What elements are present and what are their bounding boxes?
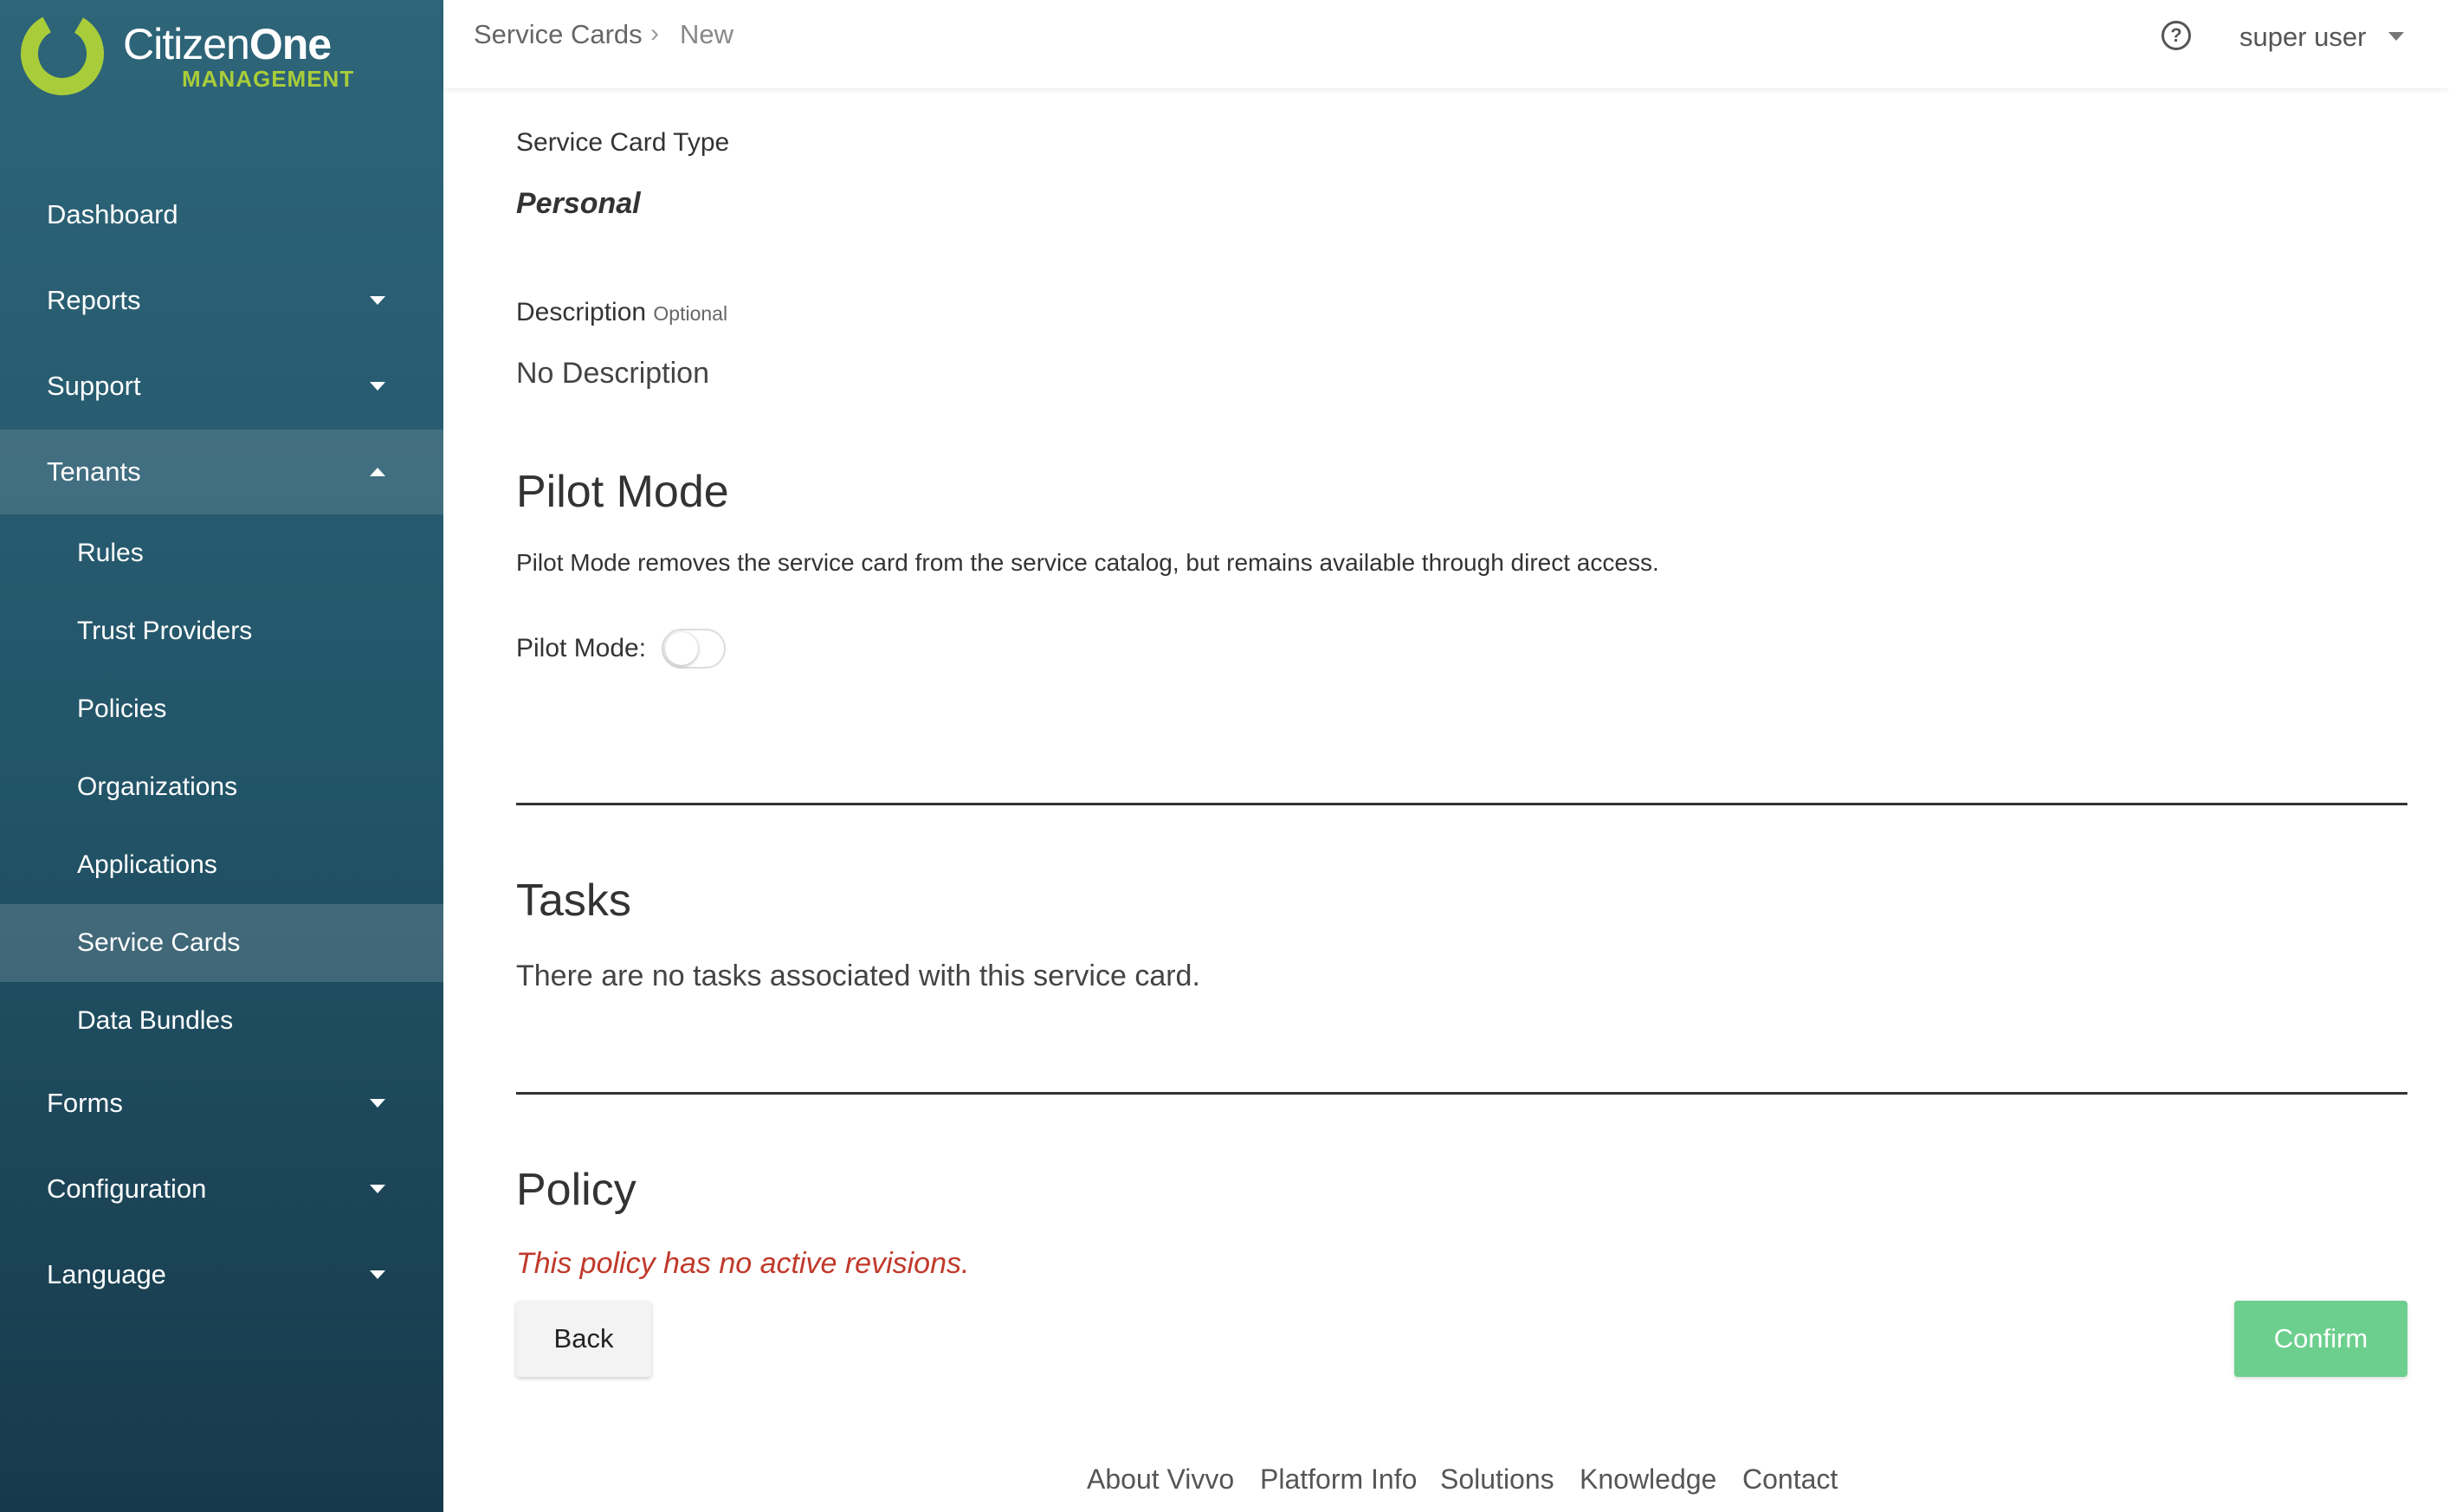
sidebar-item-label: Configuration <box>47 1173 207 1204</box>
policy-title: Policy <box>516 1165 636 1215</box>
chevron-down-icon <box>370 1099 385 1108</box>
breadcrumb-separator-icon: › <box>650 19 659 48</box>
sidebar-subitem-applications[interactable]: Applications <box>0 826 443 904</box>
sidebar-subitem-label: Policies <box>77 695 167 723</box>
service-card-type-label: Service Card Type <box>516 128 730 157</box>
chevron-up-icon <box>370 468 385 476</box>
sidebar-subitem-rules[interactable]: Rules <box>0 514 443 592</box>
description-value: No Description <box>516 357 709 390</box>
footer-link-solutions[interactable]: Solutions <box>1440 1464 1554 1496</box>
top-header: Service Cards › New ? super user <box>443 0 2449 88</box>
sidebar-item-forms[interactable]: Forms <box>0 1061 443 1146</box>
toggle-knob <box>665 632 698 665</box>
pilot-mode-toggle-label: Pilot Mode: <box>516 634 647 662</box>
chevron-down-icon <box>370 1270 385 1279</box>
user-menu[interactable]: super user <box>2239 22 2366 53</box>
sidebar-subitem-service-cards[interactable]: Service Cards <box>0 904 443 982</box>
pilot-mode-title: Pilot Mode <box>516 467 729 517</box>
sidebar-item-language[interactable]: Language <box>0 1232 443 1317</box>
sidebar-subitem-label: Rules <box>77 539 144 567</box>
sidebar-subitem-label: Organizations <box>77 772 238 801</box>
sidebar-subitem-organizations[interactable]: Organizations <box>0 748 443 826</box>
optional-hint: Optional <box>653 302 728 325</box>
brand-logo[interactable]: CitizenOne MANAGEMENT <box>19 10 400 97</box>
breadcrumb-current: New <box>680 19 734 49</box>
footer-link-contact[interactable]: Contact <box>1742 1464 1838 1496</box>
brand-subtitle: MANAGEMENT <box>182 66 355 92</box>
sidebar-item-label: Language <box>47 1259 166 1289</box>
sidebar-subitem-data-bundles[interactable]: Data Bundles <box>0 982 443 1060</box>
sidebar-item-label: Forms <box>47 1088 123 1118</box>
back-button[interactable]: Back <box>516 1301 651 1377</box>
footer-link-about[interactable]: About Vivvo <box>1087 1464 1234 1496</box>
breadcrumb-service-cards[interactable]: Service Cards <box>474 19 643 50</box>
sidebar-subitem-label: Service Cards <box>77 928 241 957</box>
description-label: Description Optional <box>516 298 728 326</box>
sidebar-item-dashboard[interactable]: Dashboard <box>0 172 443 257</box>
service-card-type-value: Personal <box>516 187 641 220</box>
chevron-down-icon <box>370 382 385 391</box>
pilot-mode-description: Pilot Mode removes the service card from… <box>516 549 1659 576</box>
sidebar-item-label: Tenants <box>47 456 141 487</box>
brand-name: CitizenOne <box>123 20 332 68</box>
tasks-empty-text: There are no tasks associated with this … <box>516 960 1200 992</box>
sidebar: CitizenOne MANAGEMENT Dashboard Reports … <box>0 0 443 1512</box>
section-divider <box>516 803 2407 805</box>
chevron-down-icon[interactable] <box>2388 32 2404 41</box>
chevron-down-icon <box>370 296 385 305</box>
pilot-mode-toggle[interactable] <box>662 629 726 669</box>
footer-link-knowledge[interactable]: Knowledge <box>1580 1464 1716 1496</box>
sidebar-item-configuration[interactable]: Configuration <box>0 1147 443 1231</box>
sidebar-item-tenants[interactable]: Tenants <box>0 430 443 514</box>
confirm-button[interactable]: Confirm <box>2234 1301 2407 1377</box>
sidebar-subitem-label: Data Bundles <box>77 1006 234 1035</box>
sidebar-subitem-label: Trust Providers <box>77 617 253 645</box>
sidebar-subitem-policies[interactable]: Policies <box>0 670 443 748</box>
sidebar-item-support[interactable]: Support <box>0 344 443 429</box>
sidebar-item-label: Support <box>47 371 141 401</box>
sidebar-item-label: Reports <box>47 285 141 315</box>
policy-error-text: This policy has no active revisions. <box>516 1247 970 1280</box>
logo-ring-icon <box>20 11 104 95</box>
help-icon[interactable]: ? <box>2161 21 2191 50</box>
chevron-down-icon <box>370 1185 385 1193</box>
sidebar-item-label: Dashboard <box>47 199 178 229</box>
tasks-title: Tasks <box>516 876 631 926</box>
sidebar-subitem-label: Applications <box>77 850 217 879</box>
sidebar-item-reports[interactable]: Reports <box>0 258 443 343</box>
footer-link-platform-info[interactable]: Platform Info <box>1260 1464 1417 1496</box>
sidebar-subitem-trust-providers[interactable]: Trust Providers <box>0 592 443 670</box>
section-divider <box>516 1092 2407 1095</box>
